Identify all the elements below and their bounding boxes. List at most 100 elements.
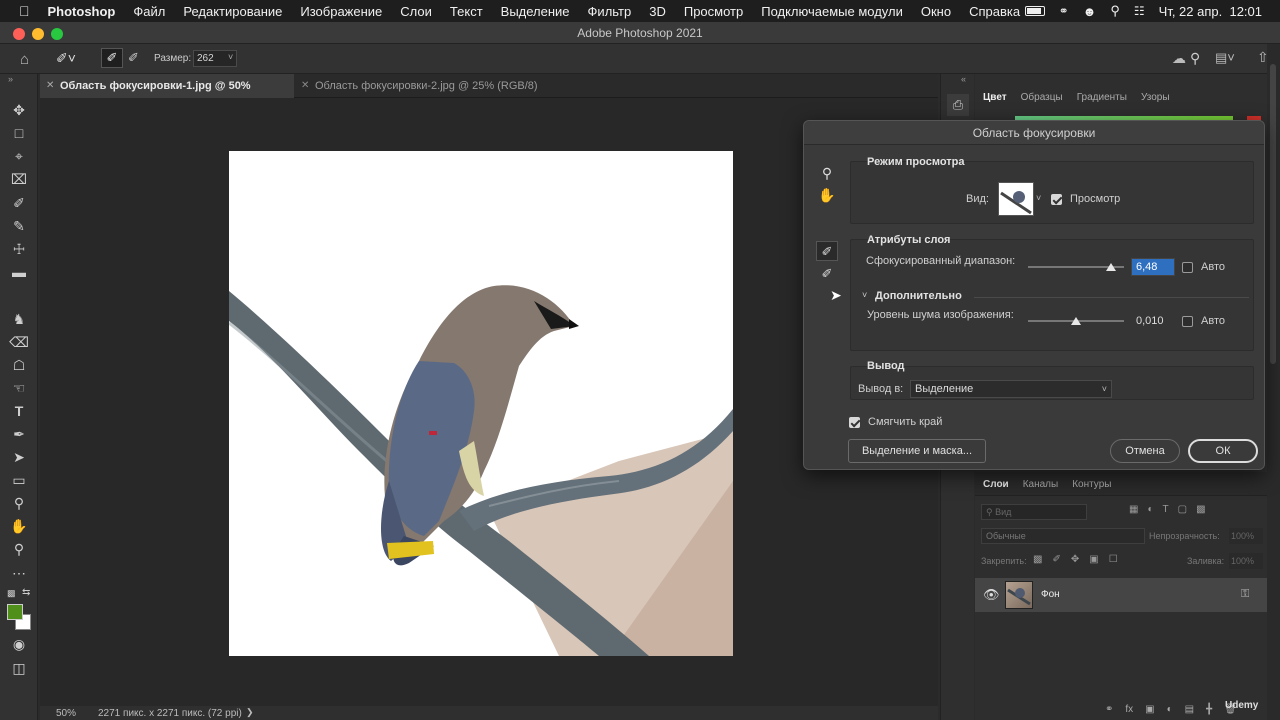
quick-mask-icon[interactable]: ◉ [8,634,30,654]
lock-all-icon[interactable]: ☐ [1109,554,1118,565]
noise-level-input[interactable]: 0,010 [1131,312,1175,330]
chevron-down-icon[interactable]: ˅ [1036,193,1041,203]
tool-preset-icon[interactable]: ✐˅ [56,50,76,67]
view-mode-dropdown[interactable] [998,182,1034,216]
menu-select[interactable]: Выделение [501,4,570,19]
select-and-mask-button[interactable]: Выделение и маска... [848,439,986,463]
swap-colors-icon[interactable]: ⇆ [22,587,30,598]
add-mask-icon[interactable]: ▣ [1145,704,1154,715]
add-to-selection-icon[interactable]: ✐ [101,48,123,68]
noise-level-slider-thumb[interactable] [1071,317,1081,325]
control-center-icon[interactable]: ☷ [1134,4,1145,18]
output-to-select[interactable]: Выделение ˅ [910,380,1112,398]
tab-color[interactable]: Цвет [983,92,1007,103]
eraser-tool-icon[interactable]: ⌫ [8,332,30,352]
zoom-alt-tool-icon[interactable]: ⚲ [8,493,30,513]
layer-name[interactable]: Фон [1041,589,1060,600]
menu-3d[interactable]: 3D [649,4,666,19]
crop-tool-icon[interactable]: ⌖ [8,146,30,166]
close-tab-icon[interactable]: ✕ [301,74,309,98]
layer-row-background[interactable]: 👁 Фон ⚿ [975,578,1267,612]
marquee-tool-icon[interactable]: □ [8,123,30,143]
home-icon[interactable]: ⌂ [20,51,29,68]
zoom-level[interactable]: 50% [56,708,76,719]
paint-bucket-tool-icon[interactable]: ☖ [8,355,30,375]
close-window-button[interactable] [13,28,25,40]
collapse-toolbar-icon[interactable]: » [8,74,13,84]
tab-paths[interactable]: Контуры [1072,479,1111,490]
tab-patterns[interactable]: Узоры [1141,92,1170,103]
fx-icon[interactable]: fx [1125,704,1133,715]
type-filter-icon[interactable]: T [1163,504,1169,515]
tab-layers[interactable]: Слои [983,479,1009,490]
soften-edge-checkbox[interactable] [849,417,860,428]
smudge-tool-icon[interactable]: ☜ [8,378,30,398]
eyedropper-tool-icon[interactable]: ✎ [8,216,30,236]
new-layer-icon[interactable]: ╋ [1206,704,1212,715]
menu-view[interactable]: Просмотр [684,4,743,19]
frame-tool-icon[interactable]: ⌧ [8,169,30,189]
share-icon[interactable]: ☁ [1172,50,1186,67]
quick-selection-tool-icon[interactable]: ✐ [8,193,30,213]
type-tool-icon[interactable]: T [8,401,30,421]
focus-area-subtract-tool-icon[interactable]: ✐ [816,264,838,284]
more-tools-icon[interactable]: ⋯ [8,563,30,583]
collapse-dock-icon[interactable]: « [961,74,966,84]
menu-layers[interactable]: Слои [400,4,432,19]
stamp-tool-icon[interactable]: ♞ [8,309,30,329]
focus-range-auto-checkbox[interactable] [1182,262,1193,273]
subtract-selection-icon[interactable]: ✐ [128,50,139,66]
link-icon[interactable]: ⚭ [1059,4,1069,18]
chevron-down-icon[interactable]: ˅ [862,290,867,300]
hand-icon[interactable]: ✋ [816,185,838,205]
cancel-button[interactable]: Отмена [1110,439,1180,463]
focus-area-add-tool-icon[interactable]: ✐ [816,241,838,261]
zoom-icon[interactable]: ⚲ [816,163,838,183]
shape-filter-icon[interactable]: ▢ [1178,504,1187,515]
workspace-icon[interactable]: ▤˅ [1215,50,1235,66]
minimize-window-button[interactable] [32,28,44,40]
zoom-tool-icon[interactable]: ⚲ [8,539,30,559]
right-scrollbar[interactable] [1267,44,1280,720]
smart-object-filter-icon[interactable]: ▩ [1196,504,1205,515]
user-icon[interactable]: ☻ [1083,4,1097,19]
menu-type[interactable]: Текст [450,4,483,19]
adjustment-layer-icon[interactable]: ◐ [1167,704,1173,715]
menu-file[interactable]: Файл [133,4,165,19]
search-icon[interactable]: ⚲ [1190,50,1200,67]
healing-brush-tool-icon[interactable]: ☩ [8,239,30,259]
hand-tool-icon[interactable]: ✋ [8,516,30,536]
group-icon[interactable]: ▤ [1185,704,1194,715]
zoom-window-button[interactable] [51,28,63,40]
rectangle-tool-icon[interactable]: ▭ [8,470,30,490]
document-canvas[interactable] [229,151,733,656]
foreground-color-swatch[interactable] [7,604,23,620]
search-icon[interactable]: ⚲ [1110,3,1120,19]
close-tab-icon[interactable]: ✕ [46,74,54,98]
menu-edit[interactable]: Редактирование [183,4,282,19]
scrollbar-thumb[interactable] [1270,64,1276,364]
opacity-input[interactable]: 100% [1229,528,1263,544]
lock-image-icon[interactable]: ✐ [1052,554,1060,565]
lock-transparent-icon[interactable]: ▩ [1033,554,1042,565]
tab-swatches[interactable]: Образцы [1021,92,1063,103]
focus-range-input[interactable]: 6,48 [1131,258,1175,276]
pixel-filter-icon[interactable]: ▦ [1129,504,1138,515]
blend-mode-select[interactable]: Обычные [981,528,1145,544]
tab-gradients[interactable]: Градиенты [1077,92,1127,103]
adjustment-filter-icon[interactable]: ◐ [1147,504,1153,515]
preview-checkbox[interactable] [1051,194,1062,205]
lock-artboard-icon[interactable]: ▣ [1089,554,1098,565]
lock-position-icon[interactable]: ✥ [1071,554,1079,565]
menu-plugins[interactable]: Подключаемые модули [761,4,903,19]
chevron-right-icon[interactable]: ❯ [246,707,254,718]
noise-auto-checkbox[interactable] [1182,316,1193,327]
tab-channels[interactable]: Каналы [1023,479,1059,490]
menu-help[interactable]: Справка [969,4,1020,19]
focus-range-slider-thumb[interactable] [1105,263,1116,271]
brush-tool-icon[interactable]: ⁥ [8,286,30,306]
move-tool-icon[interactable]: ✥ [8,100,30,120]
battery-icon[interactable] [1024,6,1045,16]
history-icon[interactable]: ⎙ [947,94,969,116]
pen-tool-icon[interactable]: ✒ [8,424,30,444]
